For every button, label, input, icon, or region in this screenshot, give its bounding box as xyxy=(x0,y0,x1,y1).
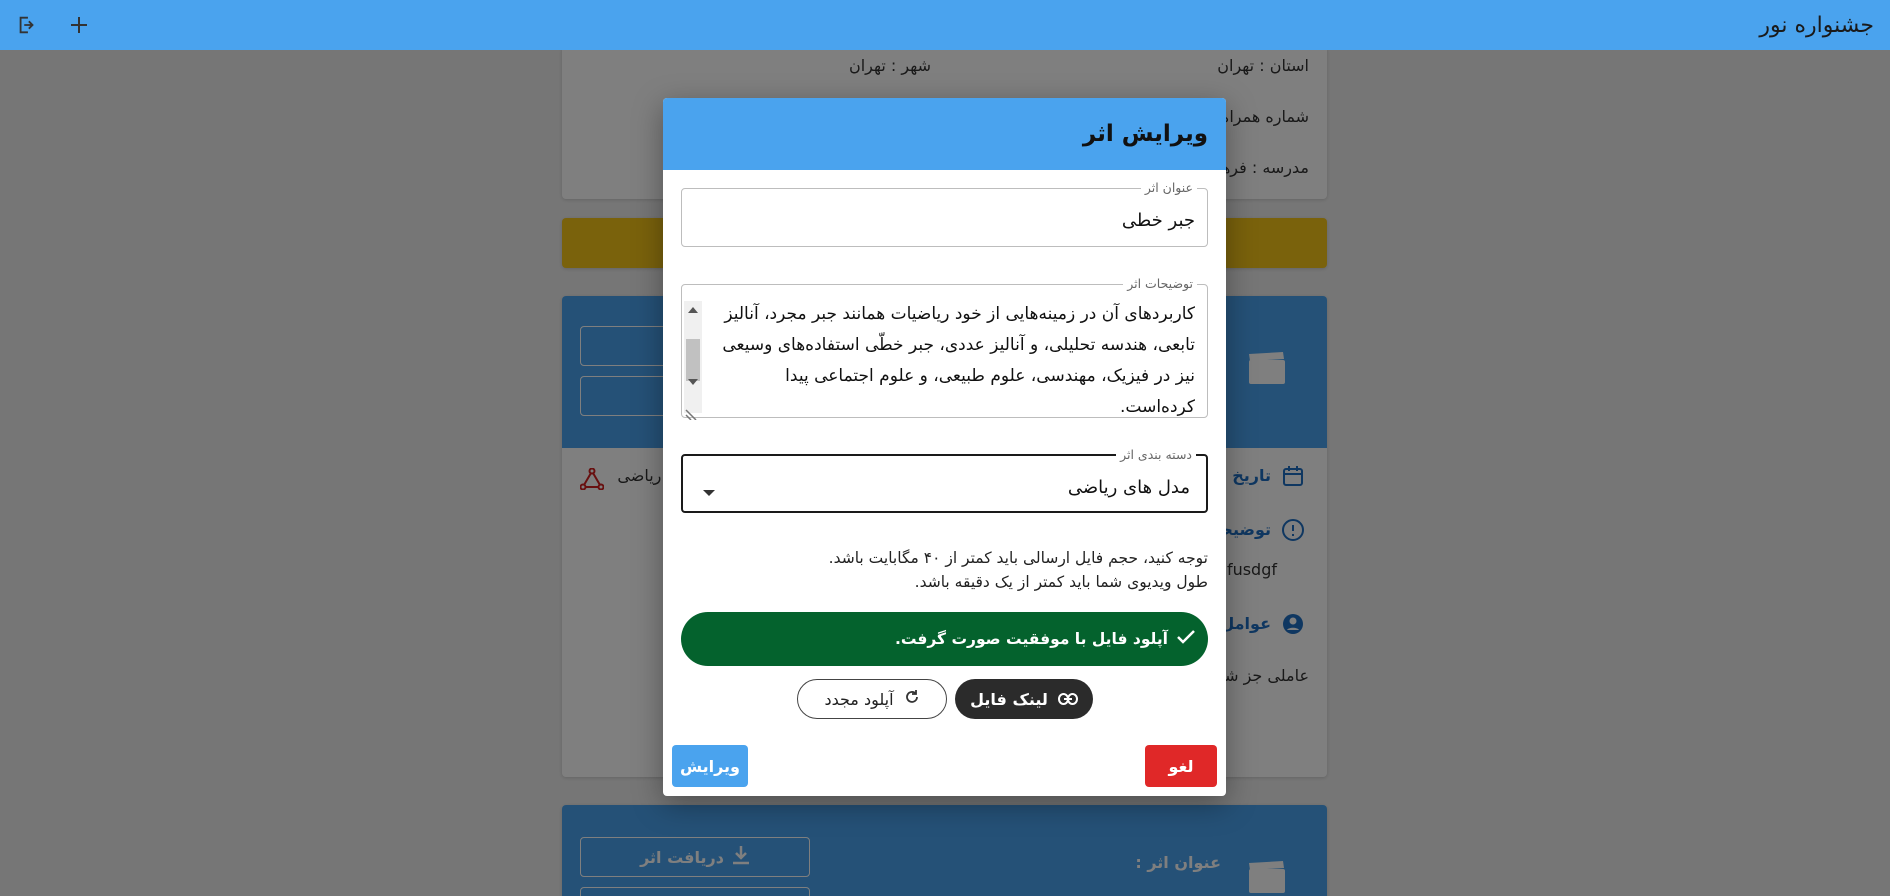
reupload-label: آپلود مجدد xyxy=(824,689,894,709)
cancel-button[interactable]: لغو xyxy=(1145,745,1217,787)
resize-grip-icon[interactable] xyxy=(684,405,700,421)
textarea-scrollbar[interactable] xyxy=(684,300,702,413)
edit-button[interactable]: ویرایش xyxy=(672,745,748,787)
work-description-field[interactable]: توضیحات اثر کاربردهای آن در زمینه‌هایی ا… xyxy=(681,276,1208,421)
work-title-input[interactable]: جبر خطی xyxy=(1122,210,1195,231)
app-bar-actions xyxy=(14,12,92,38)
add-icon[interactable] xyxy=(66,12,92,38)
file-size-note: توجه کنید، حجم فایل ارسالی باید کمتر از … xyxy=(828,549,1208,567)
edit-work-dialog: ویرایش اثر عنوان اثر جبر خطی توضیحات اثر… xyxy=(663,98,1226,796)
app-title: جشنواره نور xyxy=(1759,12,1874,38)
work-category-label: دسته بندی اثر xyxy=(1120,447,1192,462)
file-link-button[interactable]: لینک فایل xyxy=(955,679,1093,719)
check-icon xyxy=(1174,625,1198,653)
upload-success-text: آپلود فایل با موفقیت صورت گرفت. xyxy=(894,630,1168,648)
work-description-label: توضیحات اثر xyxy=(1127,276,1193,291)
logout-icon[interactable] xyxy=(14,12,40,38)
video-length-note: طول ویدیوی شما باید کمتر از یک دقیقه باش… xyxy=(914,573,1208,591)
scroll-up-arrow-icon[interactable] xyxy=(688,306,698,313)
scrollbar-thumb[interactable] xyxy=(686,338,700,381)
reupload-button[interactable]: آپلود مجدد xyxy=(797,679,947,719)
work-title-field[interactable]: عنوان اثر جبر خطی xyxy=(681,180,1208,247)
work-title-label: عنوان اثر xyxy=(1144,180,1193,195)
dialog-title: ویرایش اثر xyxy=(1082,121,1208,147)
upload-success-alert: آپلود فایل با موفقیت صورت گرفت. xyxy=(681,612,1208,666)
work-category-select[interactable]: دسته بندی اثر مدل های ریاضی xyxy=(681,447,1208,513)
dialog-header: ویرایش اثر xyxy=(663,98,1226,170)
file-link-label: لینک فایل xyxy=(970,689,1048,709)
work-description-textarea[interactable]: کاربردهای آن در زمینه‌هایی از خود ریاضیا… xyxy=(706,299,1195,423)
scroll-down-arrow-icon[interactable] xyxy=(688,378,698,385)
app-bar: جشنواره نور xyxy=(0,0,1890,50)
refresh-icon xyxy=(904,689,920,709)
work-category-value: مدل های ریاضی xyxy=(1067,476,1190,498)
link-icon xyxy=(1057,690,1078,709)
chevron-down-icon[interactable] xyxy=(703,489,715,496)
